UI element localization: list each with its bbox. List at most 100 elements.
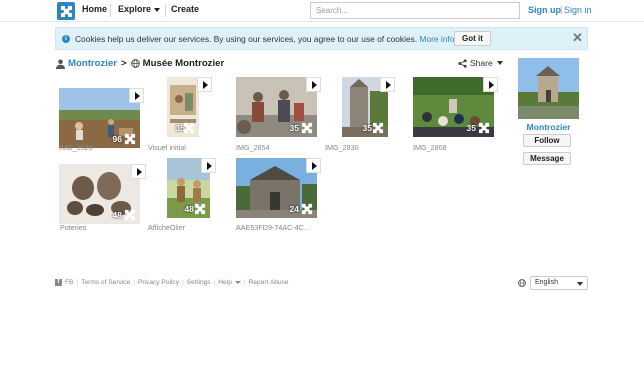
language-value: English (535, 279, 558, 286)
nav-divider (165, 4, 166, 17)
piece-count: 35 (466, 123, 476, 133)
cookie-more-info-link[interactable]: More info. (419, 34, 456, 44)
follow-button[interactable]: Follow (523, 134, 571, 147)
puzzle-thumbnail[interactable]: 35 (342, 77, 395, 137)
puzzle-title[interactable]: AAE53FD9-74AC-4C... (236, 223, 310, 232)
chevron-down-icon (234, 280, 241, 284)
puzzle-title[interactable]: IMG_2854 (236, 143, 270, 152)
close-icon[interactable]: ✕ (572, 30, 583, 46)
signin-link[interactable]: Sign in (564, 5, 592, 15)
play-icon (202, 80, 208, 89)
puzzle-thumbnail[interactable]: 35 (167, 77, 212, 137)
chevron-down-icon (496, 61, 503, 65)
cookie-text: Cookies help us deliver our services. By… (75, 34, 418, 44)
puzzle-piece-icon (301, 122, 313, 134)
breadcrumb-album-title: Musée Montrozier (142, 58, 225, 69)
nav-home[interactable]: Home (82, 4, 107, 14)
footer-separator: | (76, 279, 79, 286)
puzzle-thumbnail[interactable]: 96 (59, 88, 144, 148)
chevron-down-icon (577, 282, 583, 286)
play-icon (206, 161, 212, 170)
piece-count: 24 (289, 204, 299, 214)
puzzle-piece-icon (124, 133, 136, 145)
user-icon (56, 59, 65, 69)
share-label: Share (470, 58, 493, 68)
play-button[interactable] (131, 164, 146, 179)
profile-name[interactable]: Montrozier (518, 122, 579, 132)
share-button[interactable]: Share (458, 58, 503, 68)
share-icon (458, 58, 467, 68)
jigsaw-logo-icon[interactable] (57, 2, 75, 20)
avatar[interactable] (518, 58, 579, 119)
play-button[interactable] (306, 77, 321, 92)
footer-separator: | (182, 279, 184, 286)
footer-privacy-link[interactable]: Privacy Policy (138, 279, 179, 286)
play-icon (134, 91, 140, 100)
chevron-down-icon (154, 7, 161, 12)
puzzle-thumbnail[interactable]: 24 (236, 158, 321, 218)
piece-count: 96 (112, 134, 122, 144)
piece-count: 35 (289, 123, 299, 133)
nav-divider (110, 4, 111, 17)
signup-link[interactable]: Sign up (528, 5, 561, 15)
puzzle-thumbnail[interactable]: 48 (167, 158, 216, 218)
nav-explore[interactable]: Explore (118, 4, 161, 14)
nav-create[interactable]: Create (171, 4, 199, 14)
play-icon (385, 80, 391, 89)
piece-count: 35 (362, 123, 372, 133)
piece-count: 48 (112, 210, 122, 220)
breadcrumb: Montrozier > Musée Montrozier (56, 58, 224, 69)
footer-report-link[interactable]: Report Abuse (249, 279, 289, 286)
footer-links: f FB | Terms of Service | Privacy Policy… (55, 279, 289, 286)
cookie-got-it-button[interactable]: Got it (454, 31, 491, 46)
footer-separator: | (133, 279, 135, 286)
info-icon: i (62, 35, 70, 43)
globe-icon (130, 59, 140, 68)
play-icon (311, 161, 317, 170)
puzzle-thumbnail[interactable]: 48 (59, 164, 146, 224)
puzzle-title[interactable]: Visuel initial (148, 143, 186, 152)
footer-settings-link[interactable]: Settings (187, 279, 211, 286)
play-button[interactable] (306, 158, 321, 173)
footer-fb-link[interactable]: FB (65, 279, 73, 286)
breadcrumb-user-link[interactable]: Montrozier (68, 58, 117, 69)
footer-help-label: Help (218, 279, 232, 286)
play-button[interactable] (197, 77, 212, 92)
language-select[interactable]: English (530, 276, 588, 290)
play-icon (136, 167, 142, 176)
play-icon (311, 80, 317, 89)
search-input[interactable] (310, 2, 520, 19)
puzzle-piece-icon (372, 122, 384, 134)
top-bar: Home Explore Create Sign up | Sign in (0, 0, 644, 22)
puzzle-thumbnail[interactable]: 35 (413, 77, 498, 137)
play-button[interactable] (129, 88, 144, 103)
footer-separator: | (213, 279, 216, 286)
play-icon (488, 80, 494, 89)
puzzle-title[interactable]: IMG_2808 (413, 143, 447, 152)
footer-terms-link[interactable]: Terms of Service (81, 279, 130, 286)
cookie-banner: i Cookies help us deliver our services. … (55, 27, 588, 50)
puzzle-title[interactable]: Poteries (60, 223, 86, 232)
play-button[interactable] (201, 158, 216, 173)
puzzle-thumbnail[interactable]: 35 (236, 77, 321, 137)
breadcrumb-separator: > (121, 58, 127, 69)
footer-separator: | (243, 279, 246, 286)
footer-help-link[interactable]: Help (218, 279, 241, 286)
facebook-icon: f (55, 279, 62, 286)
play-button[interactable] (380, 77, 395, 92)
puzzle-title[interactable]: IMG_1528 (59, 143, 93, 152)
puzzle-piece-icon (183, 122, 195, 134)
play-button[interactable] (483, 77, 498, 92)
puzzle-piece-icon (478, 122, 490, 134)
puzzle-piece-icon (194, 203, 206, 215)
nav-explore-label: Explore (118, 4, 152, 14)
puzzle-piece-icon (301, 203, 313, 215)
piece-count: 48 (184, 204, 194, 214)
auth-separator: | (560, 4, 563, 14)
cookie-message: Cookies help us deliver our services. By… (75, 34, 457, 44)
puzzle-title[interactable]: IMG_2830 (325, 143, 359, 152)
puzzle-piece-icon (124, 209, 136, 221)
message-button[interactable]: Message (523, 152, 571, 165)
puzzle-title[interactable]: AfficheOlier (148, 223, 185, 232)
globe-icon (518, 279, 526, 287)
